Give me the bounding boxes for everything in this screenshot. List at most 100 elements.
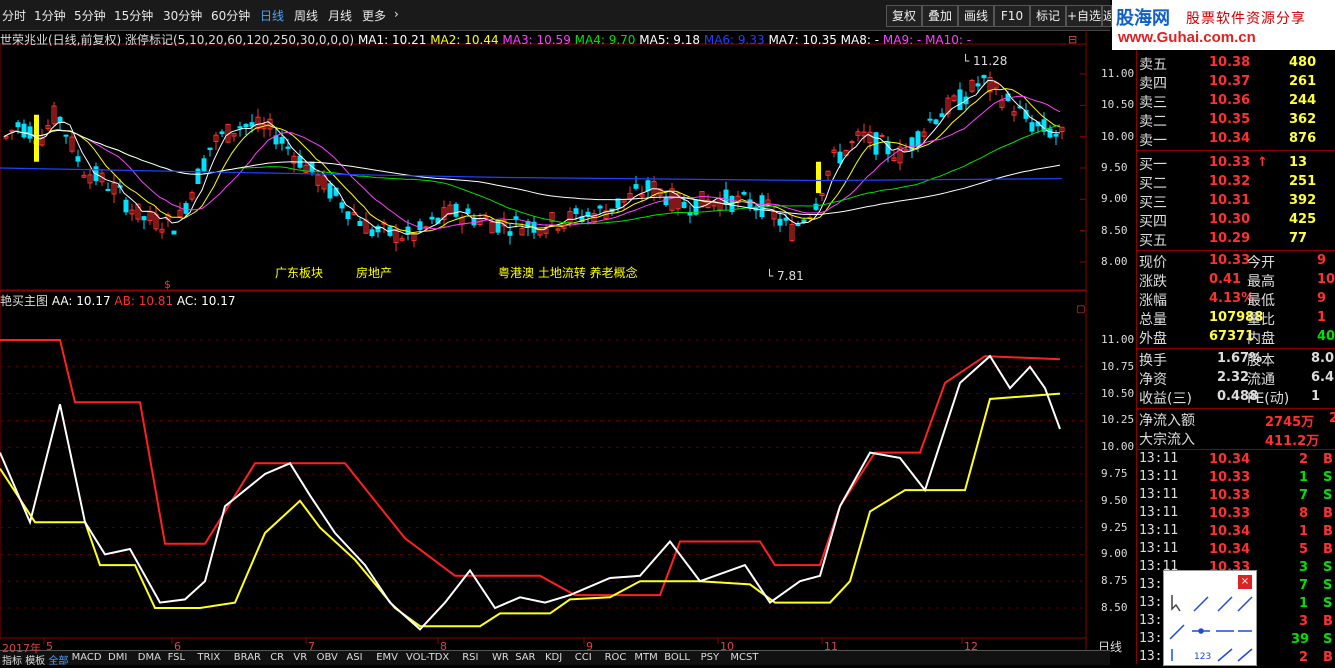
quote-value-2: 2 (1299, 452, 1309, 467)
indicator-tab[interactable]: DMA (138, 652, 161, 663)
quote-key: 外盘 (1139, 331, 1167, 347)
period-tab-weekly[interactable]: 周线 (294, 7, 318, 24)
candle-body (957, 89, 963, 110)
indicator-tab[interactable]: VR (293, 652, 307, 663)
site-logo: 股海网 股票软件资源分享 www.Guhai.com.cn (1112, 0, 1335, 50)
indicator-tab[interactable]: RSI (462, 652, 478, 663)
quote-value-2: 392 (1289, 193, 1317, 208)
candle-body (357, 220, 363, 226)
collapse-icon[interactable]: ⊟ (1068, 33, 1077, 46)
concept-label-2: 房地产 (356, 266, 393, 280)
quote-key: 大宗流入 (1139, 432, 1195, 448)
candle-body (1029, 122, 1035, 132)
period-tab-1min[interactable]: 1分钟 (34, 7, 66, 24)
quote-value: 10.37 (1209, 74, 1251, 89)
indicator-tab[interactable]: MACD (72, 652, 102, 663)
quote-row: 卖一 10.34 876 (1139, 130, 1334, 149)
indicator-tab[interactable]: PSY (701, 652, 720, 663)
ma-label-8: MA8: - (840, 33, 883, 47)
candle-body (21, 123, 27, 138)
quote-key: 卖三 (1139, 95, 1167, 111)
x-tick: 2017年 (2, 642, 41, 655)
quote-key: 13:11 (1139, 487, 1179, 502)
candle-body (27, 126, 33, 139)
y-tick-sub: 10.75 (1101, 359, 1135, 373)
draw-button[interactable]: 画线 (958, 5, 994, 27)
candle-body (465, 208, 471, 214)
chevron-right-icon[interactable]: › (394, 7, 399, 21)
y-tick-main: 8.00 (1101, 255, 1128, 268)
close-icon[interactable]: × (1238, 575, 1252, 589)
quote-value-2: 1 (1311, 389, 1321, 404)
indicator-tab[interactable]: WR (492, 652, 509, 663)
indicator-tab[interactable]: EMV (376, 652, 398, 663)
f10-button[interactable]: F10 (994, 5, 1030, 27)
kline-chart[interactable] (0, 30, 1136, 650)
indicator-tab[interactable]: BOLL (664, 652, 690, 663)
ma-label-10: MA10: - (925, 33, 972, 47)
indicator-tab[interactable]: CR (270, 652, 284, 663)
period-tab-30min[interactable]: 30分钟 (163, 7, 202, 24)
concept-label-3: 粤港澳 土地流转 养老概念 (498, 266, 638, 280)
add-watchlist-button[interactable]: +自选 (1066, 5, 1102, 27)
indicator-tab[interactable]: FSL (168, 652, 186, 663)
indicator-tab[interactable]: DMI (108, 652, 127, 663)
indicator-tab[interactable]: CCI (575, 652, 592, 663)
x-tick: 10 (720, 640, 734, 653)
candle-body (375, 226, 381, 233)
period-tab-15min[interactable]: 15分钟 (114, 7, 153, 24)
period-tab-5min[interactable]: 5分钟 (74, 7, 106, 24)
divider (1137, 150, 1335, 151)
mark-button[interactable]: 标记 (1030, 5, 1066, 27)
indicator-tab[interactable]: ROC (605, 652, 627, 663)
quote-value-2: 7 (1299, 578, 1309, 593)
drawing-tools-grid[interactable]: 123 (1164, 591, 1256, 663)
svg-text:123: 123 (1194, 652, 1211, 662)
tick-side: B (1323, 542, 1333, 557)
candle-body (237, 126, 243, 129)
back-button[interactable]: 返 (1102, 5, 1112, 27)
x-tick: 9 (586, 640, 593, 653)
candle-body (837, 151, 843, 164)
period-tab-monthly[interactable]: 月线 (328, 7, 352, 24)
x-tick: 5 (46, 640, 53, 653)
main-chart-header: 世荣兆业(日线,前复权) 涨停标记(5,10,20,60,120,250,30,… (0, 31, 971, 48)
period-tab-daily[interactable]: 日线 (260, 7, 284, 24)
adjust-button[interactable]: 复权 (886, 5, 922, 27)
period-tab-minute[interactable]: 分时 (2, 7, 26, 24)
quote-value: 10.33 (1209, 253, 1251, 268)
pin-icon[interactable]: ▢ (1076, 304, 1085, 315)
quote-key: 买五 (1139, 233, 1167, 249)
indicator-tab[interactable]: BRAR (234, 652, 261, 663)
quote-value-2: 3 (1299, 614, 1309, 629)
indicator-tab[interactable]: OBV (317, 652, 338, 663)
indicator-tab[interactable]: 全部 (48, 652, 68, 667)
quote-value-2: 8 (1299, 506, 1309, 521)
quote-value: 10.33 (1209, 470, 1251, 485)
indicator-tab[interactable]: TRIX (197, 652, 220, 663)
quote-row: 净资 2.32 流通 6.4 (1139, 369, 1334, 388)
candle-body (633, 184, 639, 189)
candle-body (201, 158, 207, 172)
ma-label-3: MA3: 10.59 (502, 33, 575, 47)
quote-value: 2.32 (1217, 370, 1250, 385)
indicator-tab[interactable]: MCST (730, 652, 758, 663)
quote-value-2: 6.4 (1311, 370, 1335, 385)
candle-body (405, 226, 411, 235)
main-chart-title: 世荣兆业(日线,前复权) 涨停标记(5,10,20,60,120,250,30,… (0, 33, 355, 47)
candle-body (423, 226, 429, 229)
quote-value-2: 3 (1299, 560, 1309, 575)
tick-side: B (1323, 452, 1333, 467)
indicator-tab[interactable]: MTM (634, 652, 657, 663)
period-tab-more[interactable]: 更多 (362, 7, 386, 24)
overlay-button[interactable]: 叠加 (922, 5, 958, 27)
candle-body (327, 183, 333, 199)
indicator-tab[interactable]: KDJ (545, 652, 562, 663)
period-tab-60min[interactable]: 60分钟 (211, 7, 250, 24)
indicator-tab[interactable]: ASI (346, 652, 362, 663)
sub-label-3: AC: 10.17 (176, 294, 236, 308)
high-price-label: └ 11.28 (962, 54, 1008, 68)
indicator-tab[interactable]: SAR (515, 652, 535, 663)
indicator-tab[interactable]: VOL-TDX (406, 652, 449, 663)
y-tick-main: 9.50 (1101, 161, 1128, 174)
